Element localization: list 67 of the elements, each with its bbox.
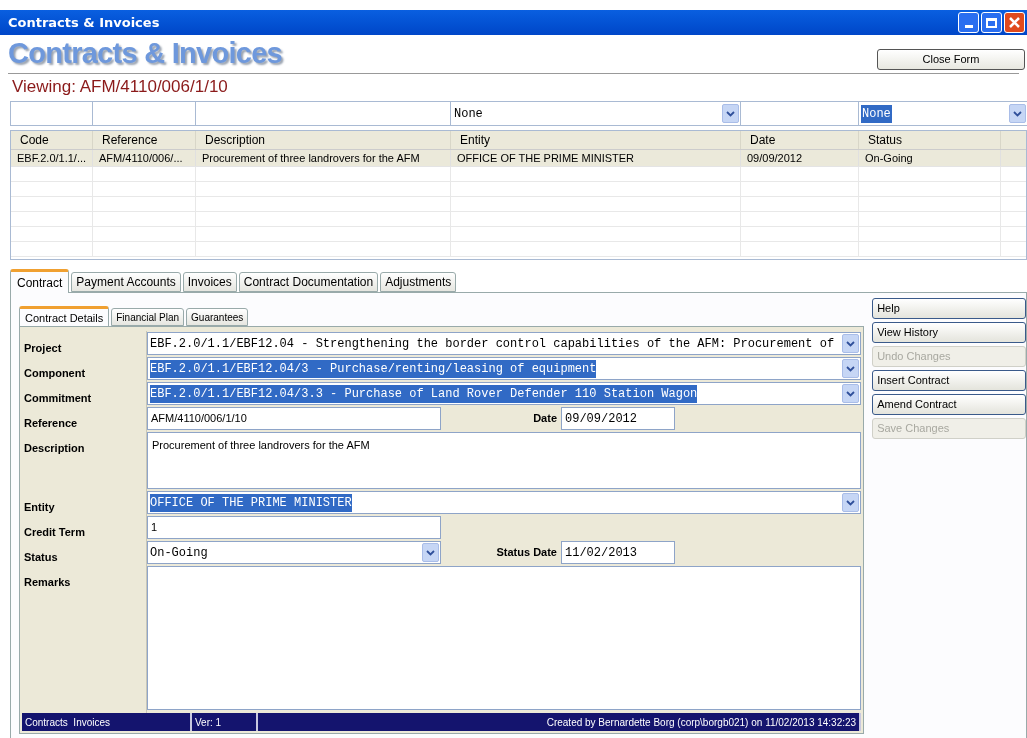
status-text: Created by Bernardette Borg (corp\borgb021) on 11/02/2013 14:32:23	[546, 715, 857, 730]
tab[interactable]: Financial Plan	[111, 308, 185, 326]
field-label: Status Date	[496, 545, 557, 561]
action-button[interactable]: View History	[872, 322, 1026, 343]
caret-icon[interactable]	[842, 493, 860, 512]
table-cell: EBF.2.0/1.1/...	[17, 150, 87, 166]
dropdown-field[interactable]: EBF.2.0/1.1/EBF12.04/3.3 - Purchase of Land Rover Defender 110 Station Wagon	[147, 382, 862, 405]
column-header[interactable]: Status	[868, 131, 903, 149]
close-form-button[interactable]: Close Form	[877, 48, 1025, 70]
field-label: Description	[24, 442, 85, 454]
field-label: Credit Term	[24, 526, 85, 538]
table-row[interactable]: EBF.2.0/1.1/... AFM/4110/006/... Procurement of three landrovers for the AFM OFFICE OF THE PRIME MINISTER 09/09/2012 On-Going	[11, 150, 1026, 167]
dropdown-field[interactable]: EBF.2.0/1.1/EBF12.04/3 - Purchase/renting/leasing of equipment	[147, 357, 862, 380]
table-cell: On-Going	[865, 150, 913, 166]
field-label: Component	[24, 367, 86, 379]
form-title: Contracts & Invoices	[8, 36, 282, 72]
column-header[interactable]: Date	[750, 131, 776, 149]
status-text: Ver: 1	[195, 715, 222, 730]
column-header[interactable]: Description	[205, 131, 266, 149]
dropdown-field[interactable]: EBF.2.0/1.1/EBF12.04 - Strengthening the border control capabilities of the AFM: Procurement of	[147, 332, 862, 355]
table-cell: 09/09/2012	[747, 150, 803, 166]
table-cell: Procurement of three landrovers for the AFM	[202, 150, 420, 166]
table-cell: OFFICE OF THE PRIME MINISTER	[457, 150, 635, 166]
field-label: Entity	[24, 501, 55, 513]
dropdown-field[interactable]: OFFICE OF THE PRIME MINISTER	[147, 491, 862, 514]
column-header[interactable]: Code	[20, 131, 49, 149]
caret-icon[interactable]	[722, 104, 739, 123]
dropdown-field[interactable]: On-Going	[147, 541, 441, 564]
tab[interactable]: Invoices	[182, 272, 237, 292]
filter-dropdown[interactable]: None	[859, 102, 1027, 125]
text-field[interactable]: 1	[147, 516, 441, 539]
column-header[interactable]: Entity	[460, 131, 490, 149]
action-button[interactable]: Amend Contract	[872, 394, 1026, 415]
field-label: Reference	[24, 417, 78, 429]
text-field[interactable]: AFM/4110/006/1/10	[147, 407, 441, 430]
caret-icon[interactable]	[842, 359, 860, 378]
table-cell: AFM/4110/006/...	[99, 150, 183, 166]
text-area[interactable]: Procurement of three landrovers for the AFM	[147, 432, 862, 489]
field-label: Remarks	[24, 576, 71, 588]
status-text: Contracts Invoices	[25, 715, 111, 730]
window-title: Contracts & Invoices	[8, 13, 160, 32]
minimize-icon[interactable]	[958, 12, 979, 33]
caret-icon[interactable]	[1009, 104, 1026, 123]
column-header[interactable]: Reference	[102, 131, 158, 149]
caret-icon[interactable]	[842, 334, 860, 353]
date-field[interactable]: 11/02/2013	[561, 541, 675, 564]
tab[interactable]: Contract Documentation	[238, 272, 379, 292]
action-button[interactable]: Insert Contract	[872, 370, 1026, 391]
tab[interactable]: Guarantees	[186, 308, 249, 326]
tab[interactable]: Contract	[10, 269, 70, 293]
field-label: Commitment	[24, 392, 92, 404]
tab[interactable]: Adjustments	[380, 272, 457, 292]
field-label: Date	[533, 411, 557, 427]
field-label: Project	[24, 342, 62, 354]
action-button[interactable]: Help	[872, 298, 1026, 319]
caret-icon[interactable]	[422, 543, 439, 562]
tab[interactable]: Contract Details	[19, 306, 110, 327]
filter-dropdown[interactable]: None	[451, 102, 741, 125]
action-button: Undo Changes	[872, 346, 1026, 367]
field-label: Status	[24, 551, 58, 563]
tab[interactable]: Payment Accounts	[71, 272, 181, 292]
caret-icon[interactable]	[842, 384, 860, 403]
maximize-icon[interactable]	[981, 12, 1002, 33]
date-field[interactable]: 09/09/2012	[561, 407, 675, 430]
viewing-label: Viewing: AFM/4110/006/1/10	[12, 75, 228, 98]
close-icon[interactable]	[1004, 12, 1025, 33]
action-button: Save Changes	[872, 418, 1026, 439]
